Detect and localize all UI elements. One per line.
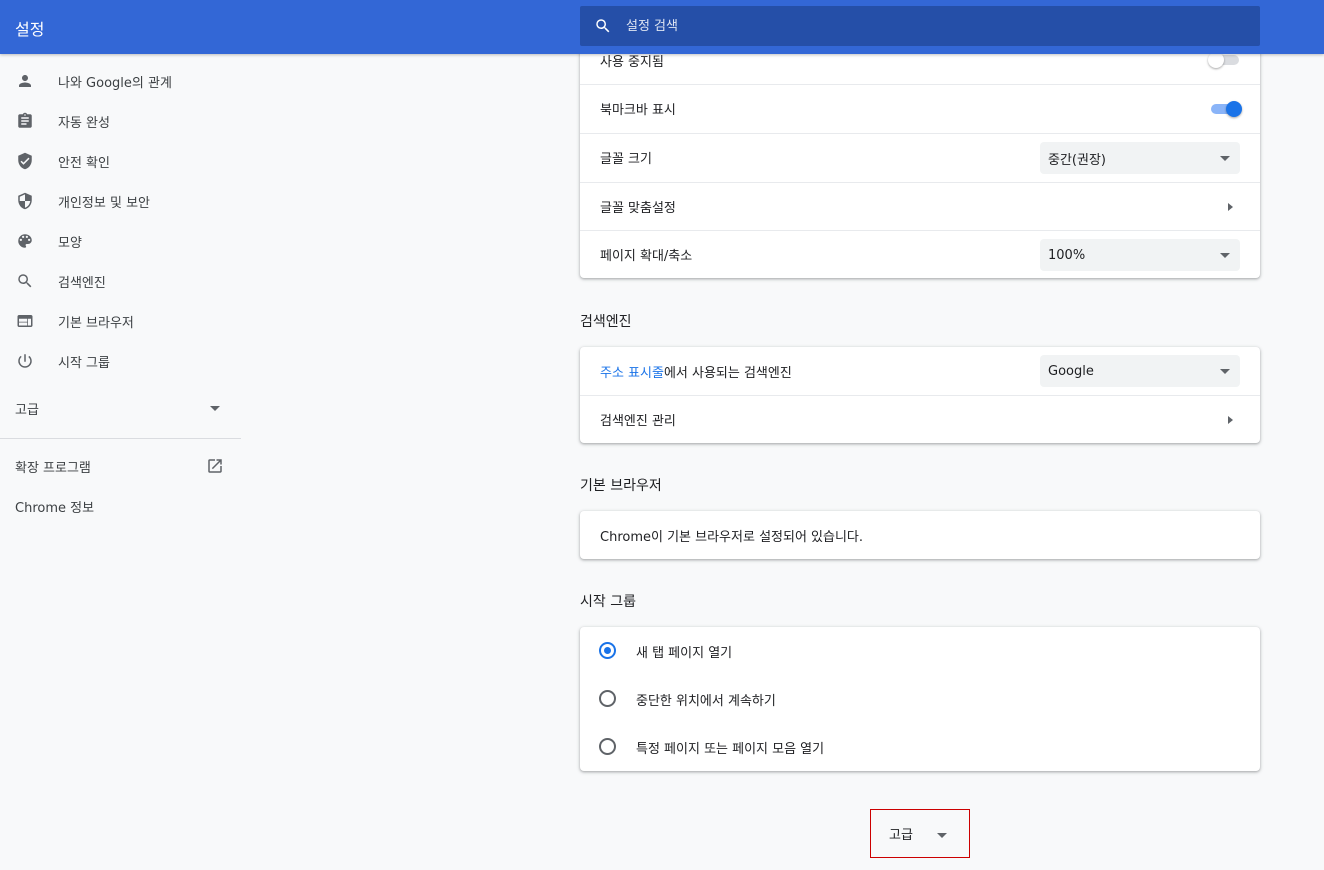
toggle-knob: [1208, 52, 1224, 68]
top-bar: 설정: [0, 0, 1324, 54]
font-size-select[interactable]: 중간(권장): [1040, 142, 1240, 174]
sidebar-item-label: 개인정보 및 보안: [58, 195, 150, 211]
settings-row-manage-search-engines[interactable]: 검색엔진 관리: [580, 395, 1260, 443]
radio-label: 새 탭 페이지 열기: [636, 645, 733, 661]
sidebar-item-search-engine[interactable]: 검색엔진: [0, 261, 241, 301]
sidebar-divider: [0, 438, 241, 439]
bookmarks-bar-toggle[interactable]: [1208, 101, 1242, 117]
select-value: Google: [1048, 363, 1094, 379]
sidebar-item-privacy-security[interactable]: 개인정보 및 보안: [0, 181, 241, 221]
select-value: 100%: [1048, 247, 1086, 263]
search-box[interactable]: [580, 6, 1260, 46]
sidebar-item-on-startup[interactable]: 시작 그룹: [0, 341, 241, 381]
on-startup-card: 새 탭 페이지 열기 중단한 위치에서 계속하기 특정 페이지 또는 페이지 모…: [580, 627, 1260, 771]
search-engine-card: 주소 표시줄에서 사용되는 검색엔진 Google 검색엔진 관리: [580, 347, 1260, 443]
sidebar-item-label: Chrome 정보: [15, 500, 95, 516]
sidebar-item-about-chrome[interactable]: Chrome 정보: [0, 486, 241, 526]
row-label: 페이지 확대/축소: [600, 249, 693, 264]
palette-icon: [0, 232, 58, 250]
chevron-down-icon: [1220, 253, 1230, 258]
sidebar-item-label: 기본 브라우저: [58, 315, 134, 331]
settings-row-customize-fonts[interactable]: 글꼴 맞춤설정: [580, 182, 1260, 230]
settings-row-bookmarks-bar: 북마크바 표시: [580, 84, 1260, 132]
chevron-right-icon: [1228, 416, 1233, 424]
address-bar-link[interactable]: 주소 표시줄: [600, 366, 664, 381]
chevron-down-icon: [937, 833, 947, 838]
section-title-default-browser: 기본 브라우저: [580, 478, 662, 494]
sidebar-item-safety-check[interactable]: 안전 확인: [0, 141, 241, 181]
radio-button[interactable]: [599, 690, 616, 707]
advanced-button-label: 고급: [889, 828, 913, 843]
sidebar-item-you-and-google[interactable]: 나와 Google의 관계: [0, 61, 241, 101]
row-label: 글꼴 맞춤설정: [600, 201, 676, 216]
section-title-on-startup: 시작 그룹: [580, 594, 636, 610]
sidebar-item-label: 확장 프로그램: [15, 460, 91, 476]
sidebar-item-label: 시작 그룹: [58, 355, 110, 371]
chevron-down-icon: [1220, 369, 1230, 374]
partial-toggle[interactable]: [1208, 52, 1242, 68]
default-browser-card: Chrome이 기본 브라우저로 설정되어 있습니다.: [580, 511, 1260, 559]
appearance-card: 사용 중지됨 북마크바 표시 글꼴 크기 중간(권장) 글꼴 맞춤설정 페이지 …: [580, 30, 1260, 278]
shield-half-icon: [0, 192, 58, 210]
settings-row-default-browser-status: Chrome이 기본 브라우저로 설정되어 있습니다.: [580, 511, 1260, 559]
radio-label: 중단한 위치에서 계속하기: [636, 693, 776, 709]
browser-icon: [0, 312, 58, 330]
page-zoom-select[interactable]: 100%: [1040, 239, 1240, 271]
startup-option-continue[interactable]: 중단한 위치에서 계속하기: [580, 675, 1260, 723]
sidebar-item-label: 모양: [58, 235, 82, 251]
toggle-knob: [1226, 101, 1242, 117]
section-title-search-engine: 검색엔진: [580, 314, 632, 330]
sidebar-advanced-label: 고급: [15, 402, 39, 418]
sidebar-item-appearance[interactable]: 모양: [0, 221, 241, 261]
default-browser-status: Chrome이 기본 브라우저로 설정되어 있습니다.: [600, 529, 864, 545]
power-icon: [0, 352, 58, 370]
sidebar-advanced-toggle[interactable]: 고급: [0, 388, 241, 428]
radio-label: 특정 페이지 또는 페이지 모음 열기: [636, 741, 825, 757]
select-value: 중간(권장): [1048, 152, 1106, 168]
open-in-new-icon: [208, 459, 222, 473]
chevron-down-icon: [1220, 156, 1230, 161]
row-label-rest: 에서 사용되는 검색엔진: [663, 365, 792, 381]
clipboard-icon: [0, 112, 58, 130]
shield-check-icon: [0, 152, 58, 170]
sidebar-item-label: 검색엔진: [58, 275, 106, 291]
row-label: 주소 표시줄에서 사용되는 검색엔진: [600, 362, 792, 381]
page-title: 설정: [15, 20, 45, 39]
search-engine-select[interactable]: Google: [1040, 355, 1240, 387]
settings-row-search-engine: 주소 표시줄에서 사용되는 검색엔진 Google: [580, 347, 1260, 395]
row-label: 글꼴 크기: [600, 152, 652, 167]
search-input[interactable]: [626, 6, 1246, 46]
sidebar-item-label: 안전 확인: [58, 155, 110, 171]
chevron-down-icon: [210, 406, 220, 411]
search-icon: [0, 272, 58, 290]
startup-option-new-tab[interactable]: 새 탭 페이지 열기: [580, 627, 1260, 675]
sidebar-item-autofill[interactable]: 자동 완성: [0, 101, 241, 141]
sidebar-item-label: 자동 완성: [58, 115, 110, 131]
startup-option-specific-pages[interactable]: 특정 페이지 또는 페이지 모음 열기: [580, 723, 1260, 771]
radio-button[interactable]: [599, 738, 616, 755]
chevron-right-icon: [1228, 203, 1233, 211]
sidebar-item-default-browser[interactable]: 기본 브라우저: [0, 301, 241, 341]
row-label: 검색엔진 관리: [600, 414, 676, 429]
search-icon: [596, 19, 610, 33]
advanced-button[interactable]: 고급: [870, 809, 970, 858]
person-icon: [0, 72, 58, 90]
row-label: 북마크바 표시: [600, 103, 676, 118]
radio-button-checked[interactable]: [599, 642, 616, 659]
sidebar-item-label: 나와 Google의 관계: [58, 75, 172, 91]
settings-row-page-zoom: 페이지 확대/축소 100%: [580, 230, 1260, 278]
sidebar-item-extensions[interactable]: 확장 프로그램: [0, 446, 241, 486]
settings-row-font-size: 글꼴 크기 중간(권장): [580, 133, 1260, 181]
